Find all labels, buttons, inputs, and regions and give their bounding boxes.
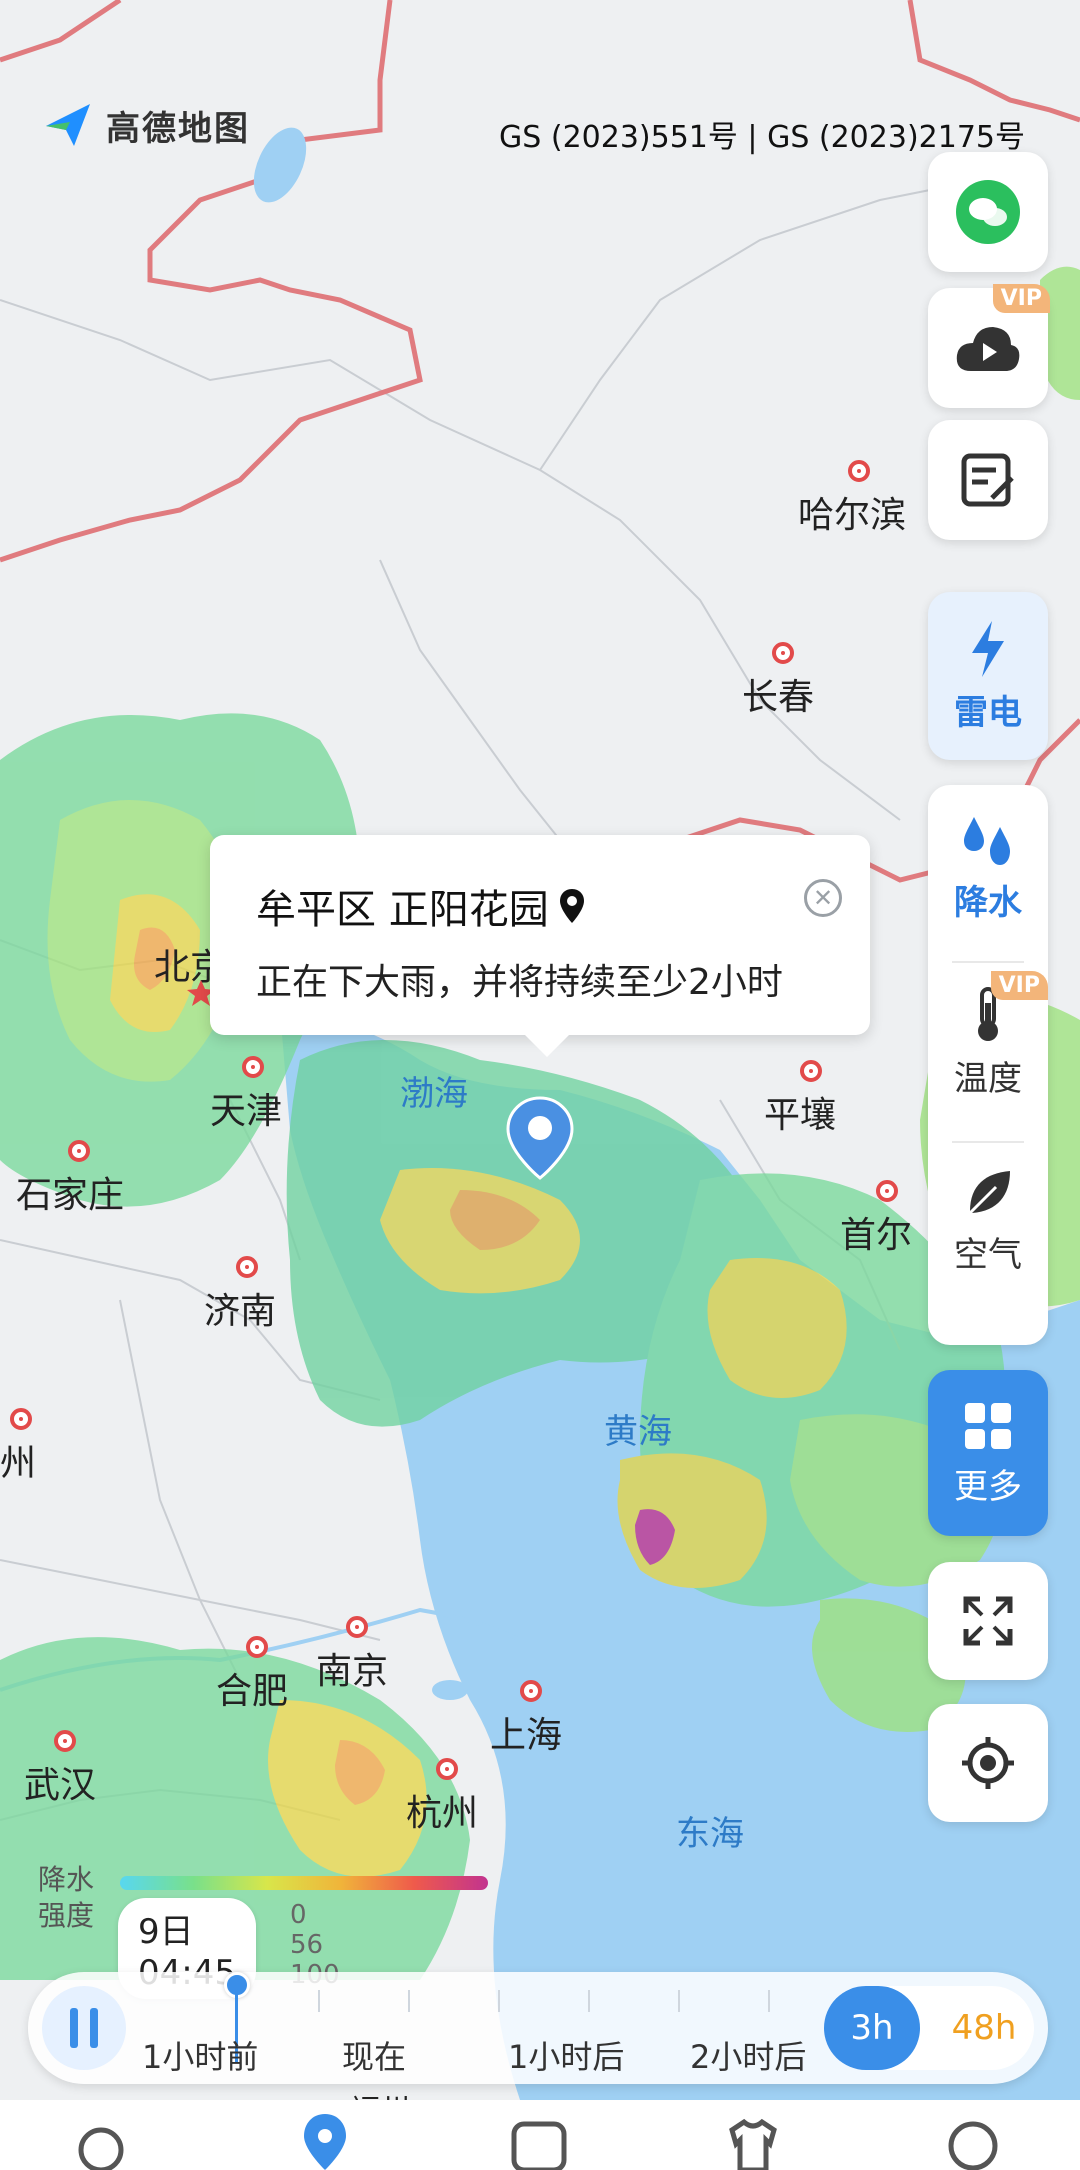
brand-logo: 高德地图 bbox=[40, 100, 250, 150]
wechat-share-button[interactable] bbox=[928, 152, 1048, 272]
city-label[interactable]: 上海 bbox=[490, 1706, 562, 1758]
thunder-layer-button[interactable]: 雷电 bbox=[928, 592, 1048, 760]
legend-color-bar bbox=[120, 1876, 488, 1890]
city-label[interactable]: 哈尔滨 bbox=[798, 486, 906, 538]
range-48h-button[interactable]: 48h bbox=[936, 1986, 1032, 2070]
city-marker bbox=[848, 460, 870, 482]
city-marker bbox=[346, 1616, 368, 1638]
raindrop-icon bbox=[964, 817, 1010, 865]
rain-label: 降水 bbox=[954, 883, 1022, 923]
location-pin-icon bbox=[559, 889, 584, 923]
pause-icon bbox=[70, 2008, 78, 2048]
city-label[interactable]: 天津 bbox=[210, 1082, 282, 1134]
locate-button[interactable] bbox=[928, 1704, 1048, 1822]
bottom-navigation bbox=[0, 2100, 1080, 2170]
edit-note-icon bbox=[961, 453, 1014, 507]
fullscreen-button[interactable] bbox=[928, 1562, 1048, 1680]
city-marker bbox=[436, 1758, 458, 1780]
popup-message: 正在下大雨，并将持续至少2小时 bbox=[256, 962, 783, 1003]
temperature-layer-button[interactable]: VIP 温度 bbox=[928, 971, 1048, 1100]
range-3h-button[interactable]: 3h bbox=[824, 1986, 920, 2070]
city-label[interactable]: 杭州 bbox=[406, 1784, 478, 1836]
timeline-bar[interactable]: 1小时前 现在 1小时后 2小时后 3h 48h bbox=[28, 1972, 1048, 2084]
timeline-tick bbox=[498, 1990, 500, 2012]
brand-name: 高德地图 bbox=[106, 108, 250, 149]
location-popup[interactable]: 牟平区 正阳花园 ✕ 正在下大雨，并将持续至少2小时 bbox=[210, 835, 870, 1057]
air-label: 空气 bbox=[954, 1235, 1022, 1275]
timeline-tick bbox=[408, 1990, 410, 2012]
shirt-icon[interactable] bbox=[718, 2110, 788, 2170]
city-label[interactable]: 武汉 bbox=[24, 1756, 96, 1808]
city-label[interactable]: 济南 bbox=[204, 1282, 276, 1334]
fullscreen-icon bbox=[963, 1596, 1013, 1646]
more-layers-button[interactable]: 更多 bbox=[928, 1370, 1048, 1536]
locate-icon bbox=[962, 1737, 1014, 1789]
sea-label: 黄海 bbox=[604, 1412, 672, 1452]
city-marker bbox=[246, 1636, 268, 1658]
legend-title-line2: 强度 bbox=[38, 1899, 95, 1932]
sea-label: 东海 bbox=[676, 1814, 744, 1854]
city-marker bbox=[54, 1730, 76, 1752]
city-marker bbox=[242, 1056, 264, 1078]
rain-layer-button[interactable]: 降水 bbox=[928, 813, 1048, 924]
city-label[interactable]: 石家庄 bbox=[16, 1166, 124, 1218]
layer-panel: 降水 VIP 温度 空气 bbox=[928, 785, 1048, 1345]
city-label[interactable]: 郑州 bbox=[0, 1434, 36, 1486]
vip-badge: VIP bbox=[992, 284, 1050, 313]
timeline-label[interactable]: 2小时后 bbox=[690, 2032, 806, 2078]
city-marker bbox=[772, 642, 794, 664]
cloud-vip-button[interactable]: VIP bbox=[928, 284, 1050, 408]
timeline-tick bbox=[588, 1990, 590, 2012]
air-layer-button[interactable]: 空气 bbox=[928, 1165, 1048, 1276]
map-pin-nav-icon[interactable] bbox=[290, 2110, 360, 2170]
city-marker bbox=[520, 1680, 542, 1702]
popup-location-name: 牟平区 正阳花园 bbox=[256, 887, 549, 933]
city-label[interactable]: 南京 bbox=[316, 1642, 388, 1694]
amap-logo-icon bbox=[46, 104, 90, 146]
timeline-track[interactable] bbox=[208, 1982, 818, 2022]
city-marker bbox=[68, 1140, 90, 1162]
city-label[interactable]: 首尔 bbox=[840, 1206, 912, 1258]
sea-label: 渤海 bbox=[400, 1074, 468, 1114]
popup-location[interactable]: 牟平区 正阳花园 bbox=[256, 877, 585, 935]
city-marker bbox=[876, 1180, 898, 1202]
city-label[interactable]: 平壤 bbox=[764, 1086, 836, 1138]
timeline-label[interactable]: 1小时前 bbox=[142, 2032, 258, 2078]
range-toggle: 3h 48h bbox=[824, 1986, 1034, 2070]
map-approval-number: GS (2023)551号 | GS (2023)2175号 bbox=[499, 120, 1025, 155]
edit-feedback-button[interactable] bbox=[928, 420, 1048, 540]
map-location-marker[interactable] bbox=[506, 1096, 574, 1180]
cloud-play-icon bbox=[956, 327, 1020, 371]
weather-sun-icon[interactable] bbox=[66, 2110, 136, 2170]
legend-title: 降水 强度 bbox=[38, 1862, 98, 1934]
city-label[interactable]: 合肥 bbox=[216, 1662, 288, 1714]
profile-icon[interactable] bbox=[938, 2110, 1008, 2170]
timeline-tick bbox=[678, 1990, 680, 2012]
grid-icon bbox=[965, 1402, 1011, 1449]
timeline-tick bbox=[318, 1990, 320, 2012]
more-label: 更多 bbox=[954, 1466, 1022, 1507]
pause-icon bbox=[90, 2008, 98, 2048]
photo-icon[interactable] bbox=[504, 2110, 574, 2170]
lightning-icon bbox=[972, 620, 1004, 677]
timeline-label[interactable]: 1小时后 bbox=[508, 2032, 624, 2078]
city-label[interactable]: 长春 bbox=[742, 668, 814, 720]
wechat-icon bbox=[956, 180, 1020, 244]
timeline-tick bbox=[768, 1990, 770, 2012]
panel-divider bbox=[952, 1141, 1024, 1143]
vip-badge: VIP bbox=[990, 971, 1048, 1000]
city-marker bbox=[10, 1408, 32, 1430]
leaf-icon bbox=[968, 1171, 1010, 1215]
timeline-label[interactable]: 现在 bbox=[342, 2032, 406, 2078]
city-marker bbox=[236, 1256, 258, 1278]
close-icon[interactable]: ✕ bbox=[804, 879, 842, 917]
temperature-label: 温度 bbox=[954, 1059, 1022, 1099]
thunder-label: 雷电 bbox=[954, 692, 1022, 733]
pause-button[interactable] bbox=[42, 1986, 126, 2070]
legend-title-line1: 降水 bbox=[38, 1863, 95, 1896]
panel-divider bbox=[952, 961, 1024, 963]
city-marker bbox=[800, 1060, 822, 1082]
